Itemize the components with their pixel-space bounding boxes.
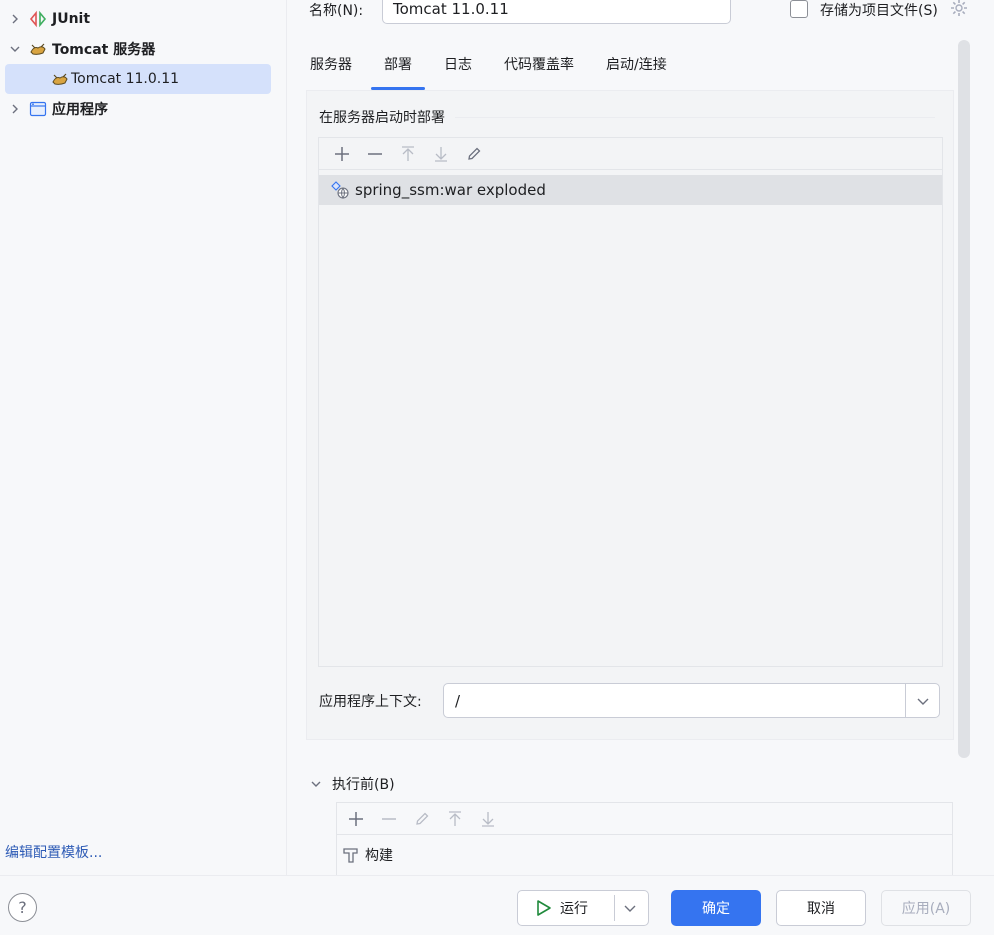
- run-label: 运行: [560, 901, 588, 917]
- move-down-icon[interactable]: [424, 140, 457, 168]
- list-item[interactable]: 构建: [337, 835, 952, 875]
- tab-logs[interactable]: 日志: [444, 46, 472, 90]
- move-up-icon[interactable]: [438, 805, 471, 833]
- artifact-list: spring_ssm:war exploded: [318, 137, 943, 667]
- add-icon[interactable]: [339, 805, 372, 833]
- move-up-icon[interactable]: [391, 140, 424, 168]
- before-launch-header[interactable]: 执行前(B): [310, 774, 395, 794]
- tab-startup-connection[interactable]: 启动/连接: [606, 46, 667, 90]
- artifact-label: spring_ssm:war exploded: [355, 181, 546, 199]
- name-input[interactable]: Tomcat 11.0.11: [382, 0, 731, 24]
- config-tree-panel: JUnit Tomcat 服务器 Tomcat 11.0.11 应用程序 编辑配…: [0, 0, 287, 875]
- dialog-button-bar: ? 运行 确定 取消 应用(A): [0, 875, 994, 935]
- app-context-value[interactable]: /: [455, 692, 460, 710]
- tree-item-tomcat-11[interactable]: Tomcat 11.0.11: [5, 64, 271, 94]
- before-launch-label: 执行前(B): [332, 777, 395, 793]
- tree-item-application[interactable]: 应用程序: [0, 94, 108, 124]
- chevron-down-icon[interactable]: [9, 43, 21, 55]
- edit-config-templates-link[interactable]: 编辑配置模板...: [5, 842, 102, 862]
- move-down-icon[interactable]: [471, 805, 504, 833]
- tree-item-label: JUnit: [52, 11, 91, 27]
- store-as-project-file-label: 存储为项目文件(S): [820, 3, 938, 19]
- config-editor-panel: 名称(N): Tomcat 11.0.11 存储为项目文件(S) 服务器 部署 …: [288, 0, 994, 875]
- ok-button[interactable]: 确定: [671, 890, 761, 926]
- config-tabs: 服务器 部署 日志 代码覆盖率 启动/连接: [310, 46, 699, 90]
- section-divider: [455, 117, 935, 118]
- before-launch-list: 构建: [336, 802, 953, 875]
- vertical-scrollbar[interactable]: [958, 40, 970, 758]
- artifact-toolbar: [319, 138, 942, 170]
- combo-separator: [905, 684, 906, 717]
- tree-item-junit[interactable]: JUnit: [0, 4, 90, 34]
- junit-icon: [29, 10, 47, 28]
- cancel-button[interactable]: 取消: [776, 890, 866, 926]
- tab-server[interactable]: 服务器: [310, 46, 352, 90]
- help-button[interactable]: ?: [8, 893, 37, 922]
- play-icon: [536, 899, 552, 917]
- gear-icon[interactable]: [949, 0, 969, 18]
- edit-pencil-icon[interactable]: [457, 140, 490, 168]
- run-button[interactable]: 运行: [517, 890, 649, 926]
- before-launch-toolbar: [337, 803, 952, 835]
- store-as-project-file-checkbox[interactable]: [790, 0, 808, 18]
- application-icon: [29, 100, 47, 118]
- chevron-right-icon[interactable]: [9, 13, 21, 25]
- build-hammer-icon: [341, 845, 361, 865]
- apply-button[interactable]: 应用(A): [881, 890, 971, 926]
- section-title: 在服务器启动时部署: [319, 110, 445, 126]
- tomcat-icon: [51, 70, 69, 88]
- name-label: 名称(N):: [309, 3, 364, 19]
- chevron-down-icon[interactable]: [310, 778, 324, 790]
- remove-icon[interactable]: [358, 140, 391, 168]
- chevron-down-icon[interactable]: [915, 693, 931, 709]
- chevron-right-icon[interactable]: [9, 103, 21, 115]
- chevron-down-icon[interactable]: [622, 900, 638, 916]
- task-label: 构建: [365, 848, 393, 864]
- edit-pencil-icon[interactable]: [405, 805, 438, 833]
- deployment-panel: 在服务器启动时部署 spring_ssm:war exploded 应用程序上下…: [306, 90, 954, 740]
- app-context-label: 应用程序上下文:: [319, 694, 422, 710]
- tomcat-icon: [29, 40, 47, 58]
- tab-code-coverage[interactable]: 代码覆盖率: [504, 46, 574, 90]
- tree-item-label: 应用程序: [52, 102, 108, 118]
- artifact-web-icon: [329, 179, 351, 201]
- tab-deployment[interactable]: 部署: [371, 46, 425, 90]
- tree-item-label: Tomcat 11.0.11: [71, 71, 180, 87]
- remove-icon[interactable]: [372, 805, 405, 833]
- list-item[interactable]: spring_ssm:war exploded: [319, 175, 942, 205]
- run-split-divider: [614, 895, 615, 921]
- app-context-combobox[interactable]: /: [443, 683, 940, 718]
- tree-item-label: Tomcat 服务器: [52, 42, 156, 58]
- add-icon[interactable]: [325, 140, 358, 168]
- tree-item-tomcat-server[interactable]: Tomcat 服务器: [0, 34, 155, 64]
